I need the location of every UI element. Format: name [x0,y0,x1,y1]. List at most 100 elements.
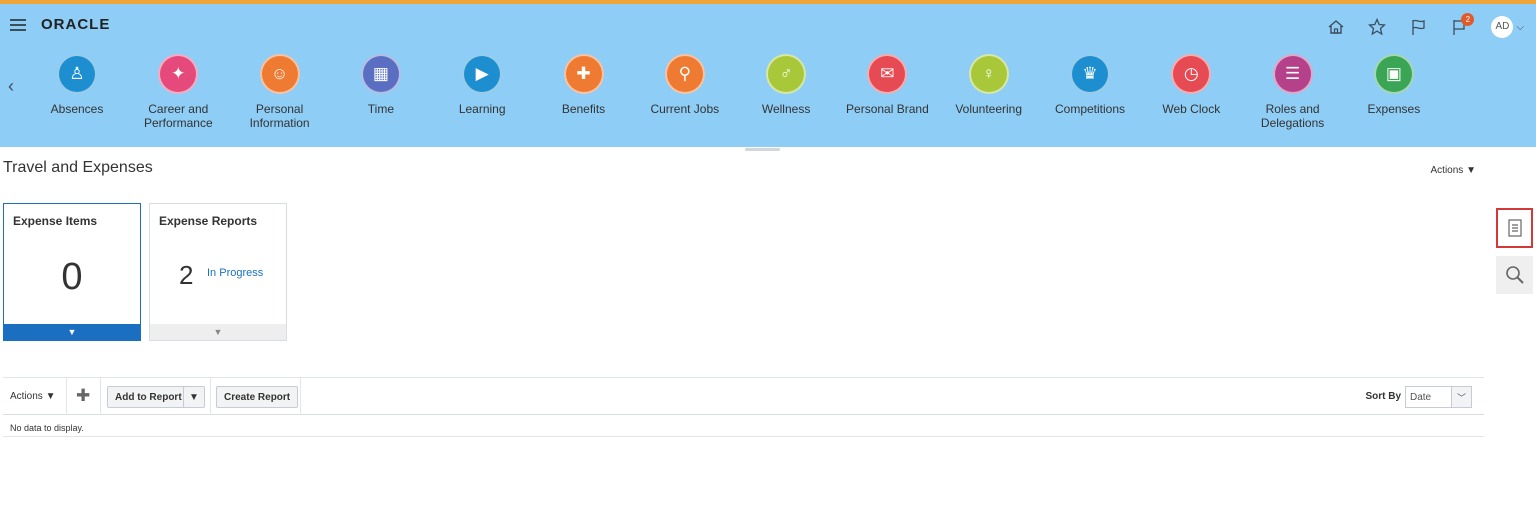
app-label: Personal Brand [837,102,937,116]
app-label: Expenses [1344,102,1444,116]
tile-expand-caret[interactable]: ▼ [4,324,140,340]
app-label: Career and Performance [128,102,228,130]
springboard-app-competitions[interactable]: ♛ Competitions [1040,54,1140,116]
app-label: Web Clock [1141,102,1241,116]
expense-reports-tile[interactable]: Expense Reports 2 In Progress ▼ [149,203,287,341]
app-label-line-1: Expenses [1367,102,1421,116]
app-icon: ▶ [462,54,503,94]
springboard-app-learning[interactable]: ▶ Learning [432,54,532,116]
app-label-line-1: Current Jobs [650,102,720,116]
chevron-left-icon[interactable]: ‹ [8,76,14,97]
springboard-app-benefits[interactable]: ✚ Benefits [534,54,634,116]
app-label: Competitions [1040,102,1140,116]
caret-down-icon: ▼ [67,327,77,337]
app-icon: ♂ [766,54,807,94]
side-search-button[interactable] [1496,256,1533,294]
sort-by-value: Date [1410,391,1432,403]
caret-down-icon: ▼ [45,391,56,402]
toolbar-actions-label: Actions [10,391,43,402]
create-report-label: Create Report [224,391,291,403]
app-label-line-1: Time [367,102,394,116]
app-label: Current Jobs [635,102,735,116]
app-icon: ▦ [360,54,401,94]
app-label: Time [331,102,431,116]
add-to-report-label: Add to Report [115,391,182,403]
in-progress-link[interactable]: In Progress [207,267,263,279]
collapse-grip[interactable] [745,148,780,151]
tile-count: 2 [179,260,194,290]
springboard-app-volunteering[interactable]: ♀ Volunteering [939,54,1039,116]
app-icon: ⚲ [664,54,705,94]
app-icon: ✉ [867,54,908,94]
springboard-app-absences[interactable]: ♙ Absences [27,54,127,116]
springboard-app-personal-brand[interactable]: ✉ Personal Brand [837,54,937,116]
document-icon [1507,219,1522,237]
global-header: ORACLE 2 AD ⌵ ‹ ♙ Absences ✦ Career and Perf… [0,4,1536,147]
toolbar-divider [66,378,67,415]
springboard-app-wellness[interactable]: ♂ Wellness [736,54,836,116]
chevron-down-icon[interactable]: ⌵ [1516,22,1524,33]
springboard-app-time[interactable]: ▦ Time [331,54,431,116]
app-icon: ☺ [259,54,300,94]
app-icon: ✦ [158,54,199,94]
app-label-line-2: Information [249,116,310,130]
page-title: Travel and Expenses [3,159,153,176]
app-icon: ◷ [1171,54,1212,94]
app-label: Volunteering [939,102,1039,116]
app-label: Absences [27,102,127,116]
page-actions-label: Actions [1430,165,1464,176]
app-label-line-2: Performance [143,116,213,130]
caret-down-icon: ▼ [213,327,223,337]
app-icon: ♀ [968,54,1009,94]
toolbar-divider [100,378,101,415]
search-icon [1505,266,1524,284]
empty-table-message: No data to display. [10,423,84,433]
add-to-report-dropdown[interactable]: ▼ [183,386,205,408]
springboard-app-roles-and[interactable]: ☰ Roles and Delegations [1243,54,1343,130]
add-to-report-button[interactable]: Add to Report [107,386,190,408]
page-actions-menu[interactable]: Actions ▼ [1431,165,1476,176]
app-label: Wellness [736,102,836,116]
springboard-app-current-jobs[interactable]: ⚲ Current Jobs [635,54,735,116]
side-toolbar [1496,208,1533,294]
oracle-logo[interactable]: ORACLE [41,16,110,33]
springboard-app-personal[interactable]: ☺ Personal Information [230,54,330,130]
app-icon: ✚ [563,54,604,94]
favorites-star-icon[interactable] [1367,17,1387,37]
app-label-line-1: Competitions [1054,102,1126,116]
sort-by-label: Sort By [1365,391,1401,402]
app-label: Personal Information [230,102,330,130]
notifications-icon[interactable]: 2 [1449,13,1475,37]
tile-expand-caret[interactable]: ▼ [150,324,286,340]
app-label-line-1: Web Clock [1162,102,1221,116]
expense-items-tile[interactable]: Expense Items 0 ▼ [3,203,141,341]
app-label-line-1: Personal [255,102,304,116]
springboard-app-web-clock[interactable]: ◷ Web Clock [1141,54,1241,116]
home-icon[interactable] [1326,17,1346,37]
caret-down-icon: ▼ [1466,165,1476,176]
tile-count: 0 [61,256,83,298]
add-plus-icon[interactable]: ✚ [76,386,90,406]
app-icon: ▣ [1373,54,1414,94]
hamburger-menu-icon[interactable] [10,19,26,33]
tile-title: Expense Items [13,214,98,228]
toolbar-divider [210,378,211,415]
side-tasks-button[interactable] [1496,208,1533,248]
app-label-line-1: Roles and [1265,102,1320,116]
springboard-app-career-and[interactable]: ✦ Career and Performance [128,54,228,130]
toolbar-actions-menu[interactable]: Actions ▼ [10,391,55,402]
app-label-line-1: Personal Brand [846,102,929,116]
app-label: Benefits [534,102,634,116]
app-label-line-1: Wellness [761,102,811,116]
springboard-app-expenses[interactable]: ▣ Expenses [1344,54,1444,116]
app-label-line-1: Absences [50,102,104,116]
app-label-line-1: Benefits [561,102,606,116]
watchlist-flag-icon[interactable] [1408,17,1428,37]
app-label: Learning [432,102,532,116]
sort-by-select[interactable]: Date ﹀ [1405,386,1472,408]
create-report-button[interactable]: Create Report [216,386,299,408]
app-icon: ♛ [1070,54,1110,94]
user-avatar[interactable]: AD [1491,16,1514,38]
table-empty-row: No data to display. [3,416,1484,437]
chevron-down-icon[interactable]: ﹀ [1451,387,1471,407]
